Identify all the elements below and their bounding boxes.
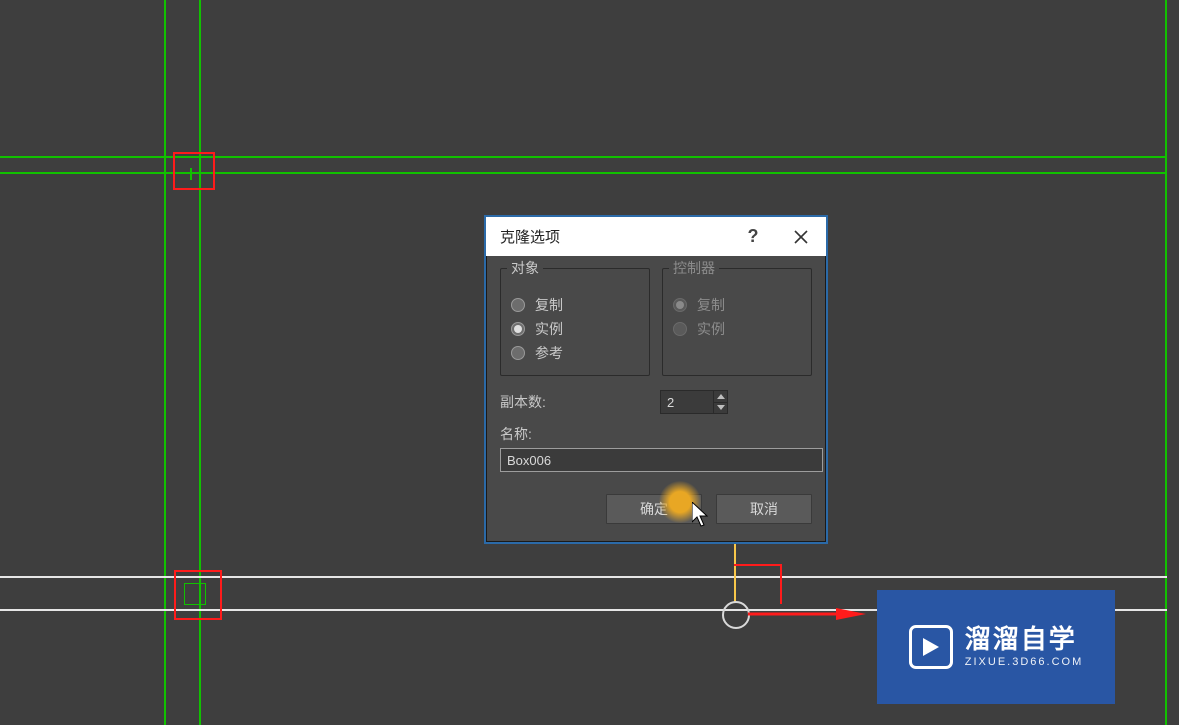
logo-main-text: 溜溜自学: [965, 626, 1077, 652]
object-group-label: 对象: [507, 258, 543, 278]
reference-line: [164, 0, 166, 725]
gizmo-origin[interactable]: [722, 601, 750, 629]
ok-button-label: 确定: [640, 499, 668, 519]
help-icon: ?: [748, 226, 759, 247]
vertex-marker: [184, 583, 206, 605]
spinner-down[interactable]: [713, 403, 727, 414]
radio-controller-copy-label: 复制: [697, 295, 725, 315]
radio-copy[interactable]: 复制: [511, 295, 639, 315]
radio-icon: [511, 346, 525, 360]
dialog-titlebar[interactable]: 克隆选项 ?: [486, 217, 826, 256]
chevron-up-icon: [717, 394, 725, 399]
help-button[interactable]: ?: [740, 224, 766, 250]
ok-button[interactable]: 确定: [606, 494, 702, 524]
radio-instance[interactable]: 实例: [511, 319, 639, 339]
logo-sub-text: ZIXUE.3D66.COM: [965, 656, 1083, 668]
radio-controller-copy: 复制: [673, 295, 801, 315]
radio-controller-instance-label: 实例: [697, 319, 725, 339]
name-input[interactable]: [500, 448, 823, 472]
close-icon: [794, 230, 808, 244]
selection-edge: [0, 576, 1167, 578]
chevron-down-icon: [717, 405, 725, 410]
radio-reference-label: 参考: [535, 343, 563, 363]
play-icon: [909, 625, 953, 669]
controller-group-label: 控制器: [669, 258, 719, 278]
axis-xz-frame[interactable]: [734, 564, 782, 604]
reference-line: [1165, 0, 1167, 725]
reference-line: [190, 168, 192, 180]
reference-line: [0, 156, 1167, 158]
clone-options-dialog: 克隆选项 ? 对象 复制 实例: [484, 215, 828, 544]
close-button[interactable]: [788, 224, 814, 250]
copies-spinner[interactable]: [660, 390, 728, 414]
radio-copy-label: 复制: [535, 295, 563, 315]
axis-x[interactable]: [748, 608, 860, 620]
spinner-up[interactable]: [713, 391, 727, 403]
name-row: 名称:: [500, 424, 812, 472]
radio-instance-label: 实例: [535, 319, 563, 339]
radio-icon: [511, 298, 525, 312]
copies-row: 副本数:: [500, 390, 812, 414]
radio-icon: [673, 298, 687, 312]
controller-group: 控制器 复制 实例: [662, 268, 812, 376]
reference-line: [0, 172, 1167, 174]
cancel-button[interactable]: 取消: [716, 494, 812, 524]
radio-reference[interactable]: 参考: [511, 343, 639, 363]
copies-input[interactable]: [661, 391, 713, 413]
radio-icon: [511, 322, 525, 336]
cancel-button-label: 取消: [750, 499, 778, 519]
object-group: 对象 复制 实例 参考: [500, 268, 650, 376]
watermark-logo: 溜溜自学 ZIXUE.3D66.COM: [877, 590, 1115, 704]
name-label: 名称:: [500, 424, 812, 444]
dialog-title: 克隆选项: [500, 226, 560, 247]
copies-label: 副本数:: [500, 392, 660, 412]
radio-controller-instance: 实例: [673, 319, 801, 339]
radio-icon: [673, 322, 687, 336]
reference-line: [199, 0, 201, 725]
